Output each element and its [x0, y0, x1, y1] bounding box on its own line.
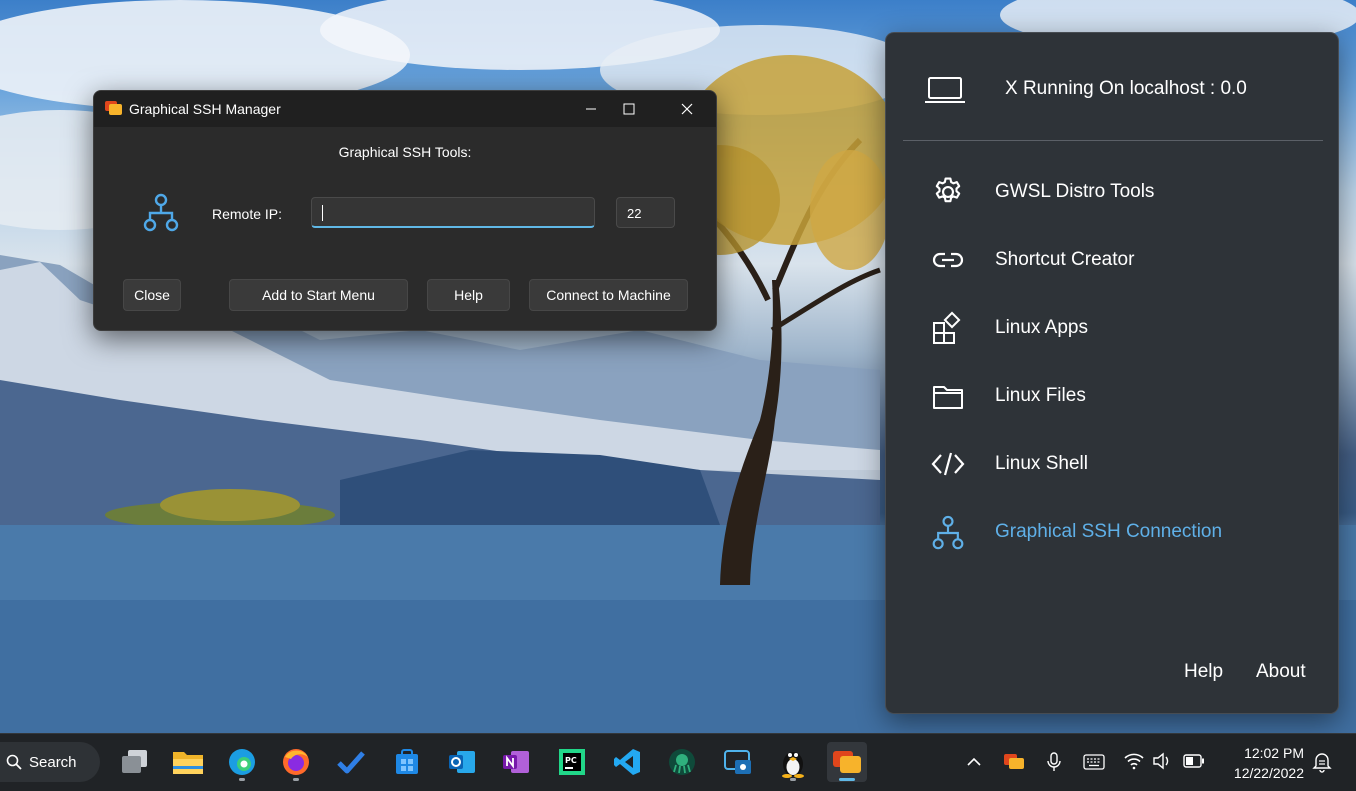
gwsl-icon: [833, 751, 861, 773]
menu-item-label: Linux Files: [995, 385, 1086, 406]
add-to-start-menu-button[interactable]: Add to Start Menu: [229, 279, 408, 311]
port-input[interactable]: 22: [616, 197, 675, 228]
menu-item-linux-apps[interactable]: Linux Apps: [931, 305, 1311, 349]
network-icon: [143, 193, 179, 232]
taskbar-outlook[interactable]: [442, 742, 482, 782]
gitkraken-icon: [669, 749, 695, 775]
taskbar-edge[interactable]: [222, 742, 262, 782]
outlook-icon: [449, 751, 475, 773]
running-indicator: [293, 778, 299, 781]
gwsl-app-icon: [105, 101, 122, 115]
menu-item-label: Graphical SSH Connection: [995, 521, 1223, 542]
taskbar: Search PC 12:02 PM 12/22/2022: [0, 733, 1356, 791]
menu-item-shortcut-creator[interactable]: Shortcut Creator: [931, 237, 1311, 281]
clock-date: 12/22/2022: [1233, 765, 1304, 781]
gwsl-panel: X Running On localhost : 0.0 GWSL Distro…: [885, 32, 1339, 714]
running-indicator: [839, 778, 855, 781]
ssh-window-titlebar[interactable]: Graphical SSH Manager: [94, 91, 716, 127]
microphone-icon[interactable]: [1046, 752, 1062, 772]
taskbar-store[interactable]: [387, 742, 427, 782]
network-icon: [932, 515, 964, 550]
search-label: Search: [29, 754, 77, 771]
taskbar-gitkraken[interactable]: [662, 742, 702, 782]
wifi-icon[interactable]: [1123, 752, 1145, 770]
menu-item-linux-files[interactable]: Linux Files: [931, 373, 1311, 417]
clock-time: 12:02 PM: [1244, 745, 1304, 761]
todo-icon: [337, 751, 365, 774]
menu-item-label: GWSL Distro Tools: [995, 181, 1155, 202]
taskbar-firefox[interactable]: [276, 742, 316, 782]
menu-item-label: Shortcut Creator: [995, 249, 1135, 270]
code-icon: [931, 452, 965, 476]
pycharm-icon: PC: [559, 749, 585, 775]
text-caret: [322, 205, 323, 221]
taskbar-vscode[interactable]: [607, 742, 647, 782]
remote-ip-label: Remote IP:: [212, 206, 283, 222]
x-server-status: X Running On localhost : 0.0: [1005, 78, 1247, 99]
remote-desktop-icon: [724, 750, 751, 774]
store-icon: [396, 749, 418, 774]
running-indicator: [790, 778, 796, 781]
ssh-window-title: Graphical SSH Manager: [129, 101, 281, 117]
notification-bell-icon[interactable]: [1312, 751, 1332, 773]
taskbar-linux[interactable]: [773, 742, 813, 782]
taskbar-onenote[interactable]: [496, 742, 536, 782]
keyboard-icon[interactable]: [1083, 754, 1105, 770]
panel-about-link[interactable]: About: [1256, 661, 1306, 683]
taskbar-file-explorer[interactable]: [168, 742, 208, 782]
svg-text:PC: PC: [565, 756, 577, 765]
menu-item-label: Linux Apps: [995, 317, 1088, 338]
taskbar-clock[interactable]: 12:02 PM 12/22/2022: [1222, 743, 1304, 783]
chevron-up-icon[interactable]: [966, 755, 982, 769]
vscode-icon: [614, 749, 640, 775]
connect-to-machine-button[interactable]: Connect to Machine: [529, 279, 688, 311]
battery-icon[interactable]: [1183, 754, 1205, 768]
panel-divider: [903, 140, 1323, 141]
linux-tux-icon: [782, 752, 804, 778]
onenote-icon: [503, 751, 529, 773]
taskbar-pycharm[interactable]: PC: [552, 742, 592, 782]
close-icon: [681, 103, 693, 115]
taskbar-search[interactable]: Search: [0, 742, 100, 782]
taskbar-todo[interactable]: [331, 742, 371, 782]
panel-help-link[interactable]: Help: [1184, 661, 1223, 683]
close-window-button[interactable]: [664, 91, 710, 127]
folder-icon: [933, 386, 963, 409]
laptop-icon: [925, 77, 965, 103]
menu-item-distro-tools[interactable]: GWSL Distro Tools: [931, 169, 1311, 213]
search-icon: [6, 754, 22, 770]
volume-icon[interactable]: [1152, 752, 1172, 770]
menu-item-graphical-ssh[interactable]: Graphical SSH Connection: [931, 509, 1311, 553]
gear-icon: [935, 177, 961, 203]
apps-icon: [933, 311, 961, 344]
ssh-manager-window: Graphical SSH Manager Graphical SSH Tool…: [93, 90, 717, 331]
taskbar-task-view[interactable]: [114, 742, 154, 782]
help-button[interactable]: Help: [427, 279, 510, 311]
close-button[interactable]: Close: [123, 279, 181, 311]
file-explorer-icon: [173, 752, 203, 774]
gwsl-tray-icon[interactable]: [1003, 752, 1025, 770]
running-indicator: [239, 778, 245, 781]
firefox-icon: [283, 749, 309, 775]
maximize-icon: [623, 103, 635, 115]
maximize-button[interactable]: [606, 91, 652, 127]
menu-item-linux-shell[interactable]: Linux Shell: [931, 441, 1311, 485]
menu-item-label: Linux Shell: [995, 453, 1088, 474]
taskbar-gwsl[interactable]: [827, 742, 867, 782]
link-icon: [932, 252, 964, 268]
task-view-icon: [122, 750, 147, 773]
edge-icon: [229, 749, 255, 775]
taskbar-remote-desktop[interactable]: [718, 742, 758, 782]
minimize-icon: [586, 108, 596, 110]
ssh-tools-heading: Graphical SSH Tools:: [338, 144, 472, 160]
remote-ip-input[interactable]: [311, 197, 595, 228]
